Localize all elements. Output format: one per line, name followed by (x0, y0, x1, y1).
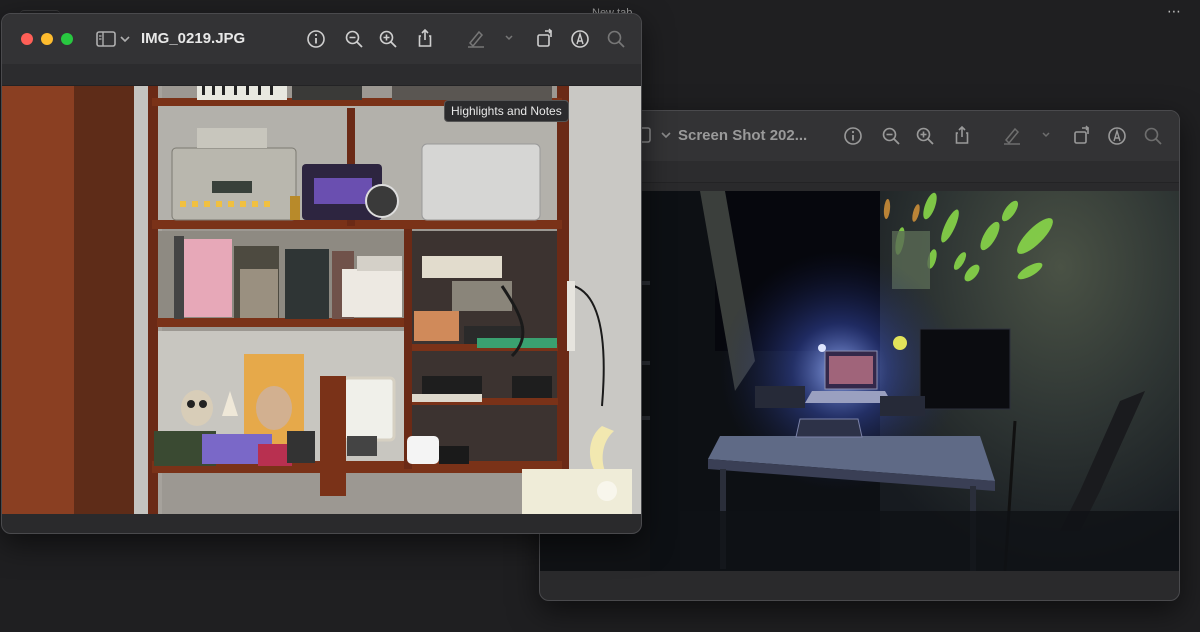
photo-image (2, 86, 641, 514)
desktop: New tab ⋯ Screen Shot 202... (0, 0, 1200, 632)
search-icon[interactable] (605, 28, 627, 50)
highlights-tooltip: Highlights and Notes (444, 100, 569, 122)
share-icon[interactable] (414, 27, 436, 49)
zoom-out-icon[interactable] (343, 28, 365, 50)
chevron-down-icon[interactable] (498, 27, 520, 49)
chevron-down-icon[interactable] (1035, 124, 1057, 146)
search-icon[interactable] (1142, 125, 1164, 147)
preview-window-img[interactable]: IMG_0219.JPG (1, 13, 642, 534)
zoom-button[interactable] (61, 33, 73, 45)
share-icon[interactable] (951, 124, 973, 146)
zoom-in-icon[interactable] (377, 28, 399, 50)
close-button[interactable] (21, 33, 33, 45)
toolbar-divider-strip (2, 64, 641, 86)
highlight-pen-icon[interactable] (465, 27, 487, 49)
highlight-pen-icon[interactable] (1001, 124, 1023, 146)
markup-icon[interactable] (1106, 125, 1128, 147)
info-icon[interactable] (305, 28, 327, 50)
window-title: Screen Shot 202... (678, 127, 808, 144)
zoom-out-icon[interactable] (880, 125, 902, 147)
markup-icon[interactable] (569, 28, 591, 50)
rotate-icon[interactable] (1071, 124, 1093, 146)
chevron-down-icon[interactable] (114, 28, 136, 50)
info-icon[interactable] (842, 125, 864, 147)
window-title: IMG_0219.JPG (141, 30, 246, 47)
rotate-icon[interactable] (534, 27, 556, 49)
more-menu-icon[interactable]: ⋯ (1167, 3, 1182, 20)
zoom-in-icon[interactable] (914, 125, 936, 147)
toolbar: IMG_0219.JPG (2, 14, 641, 64)
chevron-down-icon[interactable] (655, 124, 677, 146)
minimize-button[interactable] (41, 33, 53, 45)
